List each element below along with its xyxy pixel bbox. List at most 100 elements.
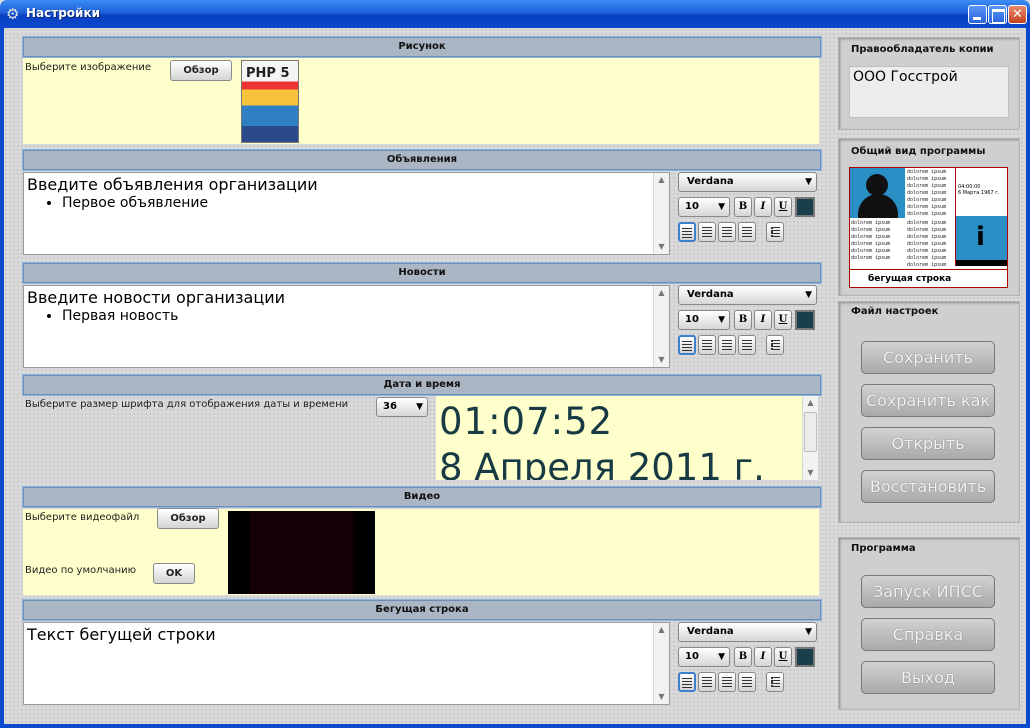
font-color-picker[interactable] (795, 197, 815, 217)
ticker-size-select[interactable]: 10 ▼ (678, 647, 730, 667)
announcements-editor[interactable]: Введите объявления организации Первое об… (23, 172, 670, 255)
scroll-up-icon[interactable]: ▲ (654, 623, 669, 637)
bold-button[interactable]: B (734, 310, 752, 330)
align-justify-icon[interactable] (738, 222, 756, 242)
picture-section-header: Рисунок (22, 36, 822, 58)
news-scrollbar[interactable]: ▲ ▼ (653, 286, 669, 367)
font-value: Verdana (687, 176, 734, 187)
date-display: 8 Апреля 2011 г. (439, 446, 765, 480)
exit-button[interactable]: Выход (861, 661, 995, 694)
time-display: 01:07:52 (439, 400, 614, 443)
font-color-picker[interactable] (795, 310, 815, 330)
datetime-size-select[interactable]: 36 ▼ (376, 397, 428, 417)
default-video-label: Видео по умолчанию (25, 565, 137, 576)
datetime-preview: 01:07:52 8 Апреля 2011 г. ▲ ▼ (436, 396, 818, 480)
announcements-font-select[interactable]: Verdana ▼ (678, 172, 817, 192)
video-area (23, 509, 819, 595)
preview-lorem-2: dolorem ipsum dolorem ipsum dolorem ipsum d… (851, 220, 891, 261)
bullet-list-icon[interactable] (766, 672, 784, 692)
bold-button[interactable]: B (734, 647, 752, 667)
chevron-down-icon: ▼ (805, 177, 812, 187)
browse-image-button[interactable]: Обзор (170, 60, 232, 81)
chevron-down-icon: ▼ (718, 315, 725, 325)
news-section-header: Новости (22, 262, 822, 284)
align-center-icon[interactable] (698, 335, 716, 355)
program-title: Программа (851, 543, 916, 554)
announcements-bullet: Первое объявление (62, 195, 208, 211)
chevron-down-icon: ▼ (718, 652, 725, 662)
align-left-icon[interactable] (678, 335, 696, 355)
video-preview[interactable] (228, 511, 375, 594)
align-left-icon[interactable] (678, 672, 696, 692)
scroll-down-icon[interactable]: ▼ (654, 690, 669, 704)
announcements-section-header: Объявления (22, 149, 822, 171)
italic-button[interactable]: I (754, 310, 772, 330)
scroll-up-icon[interactable]: ▲ (803, 396, 818, 410)
announcements-size-select[interactable]: 10 ▼ (678, 197, 730, 217)
scroll-down-icon[interactable]: ▼ (803, 466, 818, 480)
save-as-button[interactable]: Сохранить как (861, 384, 995, 417)
launch-ipss-button[interactable]: Запуск ИПСС (861, 575, 995, 608)
bullet-list-icon[interactable] (766, 335, 784, 355)
italic-button[interactable]: I (754, 647, 772, 667)
align-justify-icon[interactable] (738, 335, 756, 355)
restore-button[interactable]: Восстановить (861, 470, 995, 503)
minimize-button[interactable] (968, 5, 987, 24)
align-right-icon[interactable] (718, 335, 736, 355)
ticker-scrollbar[interactable]: ▲ ▼ (653, 623, 669, 704)
open-button[interactable]: Открыть (861, 427, 995, 460)
bullet-list-icon[interactable] (766, 222, 784, 242)
owner-field[interactable]: ООО Госстрой (849, 66, 1009, 118)
ticker-editor[interactable]: Текст бегущей строки ▲ ▼ (23, 622, 670, 705)
datetime-size-label: Выберите размер шрифта для отображения д… (25, 399, 349, 410)
scroll-down-icon[interactable]: ▼ (654, 353, 669, 367)
gear-icon: ⚙ (6, 5, 20, 23)
help-button[interactable]: Справка (861, 618, 995, 651)
browse-video-button[interactable]: Обзор (157, 508, 219, 529)
announcements-scrollbar[interactable]: ▲ ▼ (653, 173, 669, 254)
maximize-button[interactable] (988, 5, 1007, 24)
preview-ticker: бегущая строка (850, 269, 1007, 287)
ticker-font-select[interactable]: Verdana ▼ (678, 622, 817, 642)
choose-video-label: Выберите видеофайл (25, 512, 140, 523)
datetime-section-header: Дата и время (22, 374, 822, 396)
news-font-select[interactable]: Verdana ▼ (678, 285, 817, 305)
datetime-scrollbar[interactable]: ▲ ▼ (802, 396, 818, 480)
news-editor[interactable]: Введите новости организации Первая новос… (23, 285, 670, 368)
ticker-heading: Текст бегущей строки (27, 625, 216, 644)
bold-button[interactable]: B (734, 197, 752, 217)
window-border-right (1026, 28, 1030, 728)
underline-button[interactable]: U (774, 647, 792, 667)
size-value: 10 (685, 201, 699, 212)
align-right-icon[interactable] (718, 672, 736, 692)
close-button[interactable]: ✕ (1008, 5, 1027, 24)
align-center-icon[interactable] (698, 672, 716, 692)
scroll-thumb[interactable] (804, 412, 817, 452)
chevron-down-icon: ▼ (805, 290, 812, 300)
scroll-down-icon[interactable]: ▼ (654, 240, 669, 254)
align-center-icon[interactable] (698, 222, 716, 242)
picture-thumbnail: PHP 5 (241, 60, 299, 143)
news-size-select[interactable]: 10 ▼ (678, 310, 730, 330)
window-title: Настройки (26, 6, 101, 20)
align-justify-icon[interactable] (738, 672, 756, 692)
italic-button[interactable]: I (754, 197, 772, 217)
scroll-up-icon[interactable]: ▲ (654, 173, 669, 187)
underline-button[interactable]: U (774, 197, 792, 217)
chevron-down-icon: ▼ (805, 627, 812, 637)
window-border-bottom (0, 724, 1030, 728)
font-color-picker[interactable] (795, 647, 815, 667)
title-bar[interactable]: ⚙ Настройки ✕ (0, 0, 1030, 28)
save-button[interactable]: Сохранить (861, 341, 995, 374)
font-value: Verdana (687, 626, 734, 637)
align-right-icon[interactable] (718, 222, 736, 242)
default-video-ok-button[interactable]: OK (153, 563, 195, 584)
align-left-icon[interactable] (678, 222, 696, 242)
chevron-down-icon: ▼ (718, 202, 725, 212)
news-bullet: Первая новость (62, 308, 178, 324)
thumbnail-title: PHP 5 (246, 66, 290, 81)
preview-title: Общий вид программы (851, 146, 986, 157)
scroll-up-icon[interactable]: ▲ (654, 286, 669, 300)
underline-button[interactable]: U (774, 310, 792, 330)
video-section-header: Видео (22, 486, 822, 508)
